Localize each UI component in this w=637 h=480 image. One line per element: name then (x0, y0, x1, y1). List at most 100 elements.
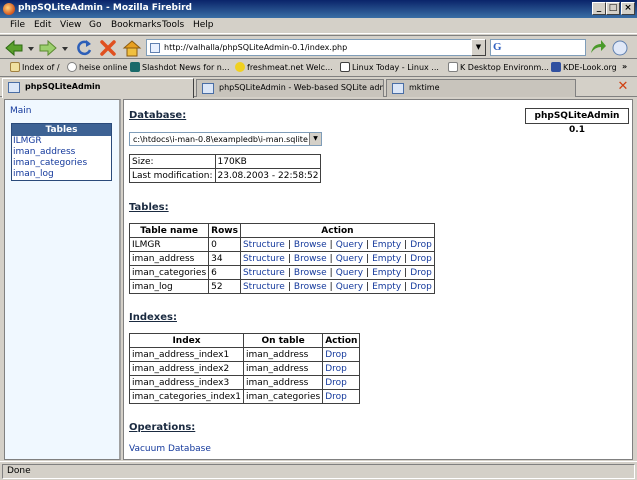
tables-list-header: Tables (12, 124, 111, 136)
database-info-table: Size: 170KB Last modification: 23.08.200… (129, 154, 322, 183)
action-browse-link[interactable]: Browse (294, 282, 327, 292)
drop-index-link[interactable]: Drop (325, 392, 347, 402)
maximize-button[interactable]: □ (606, 2, 620, 15)
index-name-cell: iman_address_index1 (128, 347, 245, 362)
table-rows-cell: 6 (208, 265, 241, 280)
index-name-cell: iman_address_index2 (128, 361, 245, 376)
bookmarks-overflow-chevron-icon[interactable]: » (622, 62, 627, 71)
main-link[interactable]: Main (10, 106, 32, 116)
tab-mktime[interactable]: mktime (386, 79, 576, 97)
action-browse-link[interactable]: Browse (294, 254, 327, 264)
database-select-value: c:\htdocs\i-man-0.8\exampledb\i-man.sqli… (133, 135, 308, 144)
back-icon[interactable] (4, 38, 24, 58)
database-select[interactable]: c:\htdocs\i-man-0.8\exampledb\i-man.sqli… (129, 132, 322, 146)
menu-help[interactable]: Help (193, 20, 214, 30)
table-name-cell: iman_categories (128, 265, 210, 280)
back-dropdown-icon[interactable] (26, 38, 36, 58)
menu-go[interactable]: Go (89, 20, 101, 30)
forward-icon[interactable] (38, 38, 58, 58)
menu-bookmarks[interactable]: Bookmarks (111, 20, 161, 30)
action-drop-link[interactable]: Drop (410, 268, 432, 278)
action-drop-link[interactable]: Drop (410, 282, 432, 292)
action-drop-link[interactable]: Drop (410, 254, 432, 264)
bookmark-kde[interactable]: K Desktop Environm... (448, 62, 549, 72)
action-structure-link[interactable]: Structure (243, 240, 285, 250)
tables-table: Table name Rows Action ILMGR 0 Structure | B… (128, 223, 435, 294)
action-empty-link[interactable]: Empty (372, 254, 401, 264)
action-structure-link[interactable]: Structure (243, 282, 285, 292)
action-query-link[interactable]: Query (336, 254, 363, 264)
action-query-link[interactable]: Query (336, 282, 363, 292)
bookmark-freshmeat[interactable]: freshmeat.net Welc... (235, 62, 333, 72)
sidebar-table-iman-address[interactable]: iman_address (12, 147, 111, 158)
menu-edit[interactable]: Edit (34, 20, 51, 30)
index-action-cell: Drop (322, 347, 361, 362)
main-frame: phpSQLiteAdmin 0.1 Database: c:\htdocs\i… (123, 99, 633, 460)
forward-dropdown-icon[interactable] (60, 38, 70, 58)
table-rows-cell: 34 (208, 251, 241, 266)
reload-icon[interactable] (74, 38, 94, 58)
action-drop-link[interactable]: Drop (410, 240, 432, 250)
menu-bar: File Edit View Go Bookmarks Tools Help (0, 18, 637, 34)
chevron-down-icon: ▼ (309, 133, 321, 145)
menu-view[interactable]: View (60, 20, 81, 30)
action-separator: | (366, 253, 370, 264)
index-action-cell: Drop (322, 361, 361, 376)
folder-icon (10, 62, 20, 72)
minimize-button[interactable]: _ (592, 2, 606, 15)
action-query-link[interactable]: Query (336, 240, 363, 250)
action-separator: | (287, 253, 291, 264)
menu-tools[interactable]: Tools (162, 20, 184, 30)
action-browse-link[interactable]: Browse (294, 268, 327, 278)
home-icon[interactable] (122, 38, 142, 58)
status-text: Done (2, 464, 635, 479)
tab-phpsqliteadmin[interactable]: phpSQLiteAdmin (2, 78, 194, 98)
menu-file[interactable]: File (10, 20, 25, 30)
sidebar-frame: Main Tables ILMGR iman_address iman_cate… (4, 99, 121, 460)
action-separator: | (329, 281, 333, 292)
table-row: iman_address_index1 iman_address Drop (128, 347, 361, 362)
close-button[interactable]: × (621, 2, 635, 15)
drop-index-link[interactable]: Drop (325, 350, 347, 360)
column-header: Index (128, 333, 245, 348)
action-empty-link[interactable]: Empty (372, 268, 401, 278)
sidebar-table-iman-log[interactable]: iman_log (12, 169, 111, 180)
page-icon (150, 43, 160, 53)
go-icon[interactable] (588, 38, 608, 58)
table-row: ILMGR 0 Structure | Browse | Query | Empty | Drop (128, 237, 435, 252)
action-structure-link[interactable]: Structure (243, 254, 285, 264)
sidebar-table-iman-categories[interactable]: iman_categories (12, 158, 111, 169)
bookmark-index[interactable]: Index of / (10, 62, 60, 72)
index-name-cell: iman_address_index3 (128, 375, 245, 390)
stop-icon[interactable] (98, 38, 118, 58)
action-separator: | (287, 281, 291, 292)
bookmark-heise[interactable]: heise online (67, 62, 127, 72)
column-header: Table name (128, 223, 210, 238)
action-structure-link[interactable]: Structure (243, 268, 285, 278)
version-badge: phpSQLiteAdmin 0.1 (525, 108, 629, 135)
url-dropdown-button[interactable]: ▼ (471, 39, 486, 56)
action-separator: | (287, 239, 291, 250)
bookmark-linuxtoday[interactable]: Linux Today - Linux ... (340, 62, 439, 72)
index-action-cell: Drop (322, 389, 361, 404)
bookmark-kdelook[interactable]: KDE-Look.org (551, 62, 617, 72)
url-input[interactable]: http://valhalla/phpSQLiteAdmin-0.1/index… (146, 39, 486, 56)
drop-index-link[interactable]: Drop (325, 364, 347, 374)
sidebar-table-ilmgr[interactable]: ILMGR (12, 136, 111, 147)
action-empty-link[interactable]: Empty (372, 282, 401, 292)
column-header: Action (239, 223, 435, 238)
search-input[interactable]: G (490, 39, 586, 56)
page-icon (8, 82, 20, 93)
action-browse-link[interactable]: Browse (294, 240, 327, 250)
tab-phpsqliteadmin-web[interactable]: phpSQLiteAdmin - Web-based SQLite admi..… (196, 79, 384, 97)
drop-index-link[interactable]: Drop (325, 378, 347, 388)
vacuum-database-link[interactable]: Vacuum Database (129, 444, 211, 454)
bookmark-slashdot[interactable]: Slashdot News for n... (130, 62, 230, 72)
action-empty-link[interactable]: Empty (372, 240, 401, 250)
table-name-cell: iman_address (128, 251, 210, 266)
close-tab-icon[interactable]: ✕ (616, 80, 630, 94)
bookmarks-toolbar: Index of / heise online Slashdot News fo… (0, 60, 637, 77)
firebird-icon (3, 3, 15, 15)
action-query-link[interactable]: Query (336, 268, 363, 278)
indexes-table: Index On table Action iman_address_index… (128, 333, 361, 404)
